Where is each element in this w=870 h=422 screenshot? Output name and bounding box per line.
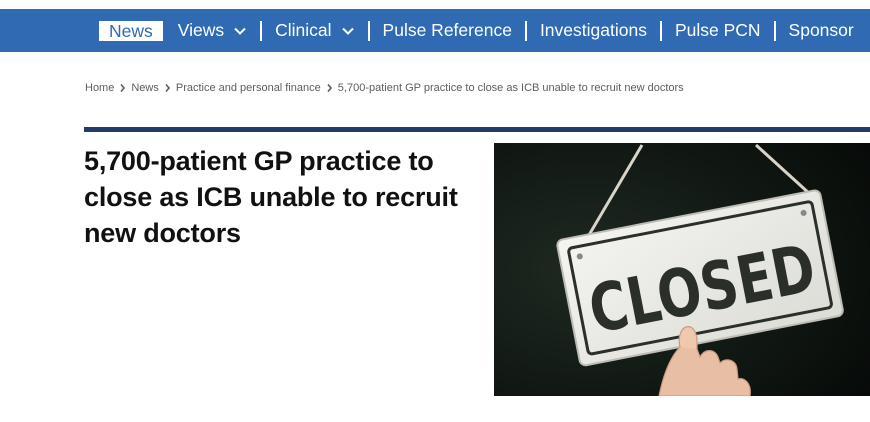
section-divider <box>84 127 870 132</box>
breadcrumb-current: 5,700-patient GP practice to close as IC… <box>337 82 684 94</box>
chevron-right-icon <box>120 84 126 92</box>
nav-item-views[interactable]: Views <box>178 9 247 52</box>
article-headline: 5,700-patient GP practice to close as IC… <box>84 146 458 248</box>
nav-item-label: Sponsor <box>788 20 854 40</box>
nav-item-clinical[interactable]: Clinical <box>275 9 354 52</box>
nav-separator <box>260 20 263 41</box>
nav-separator <box>773 20 776 41</box>
nav-item-label: Clinical <box>275 20 332 40</box>
nav-menu: News Views Clinical Pulse Reference Inve… <box>99 9 854 52</box>
breadcrumb: Home News Practice and personal finance … <box>85 81 684 95</box>
nav-item-label: Pulse PCN <box>674 20 761 40</box>
nav-separator <box>524 20 527 41</box>
nav-item-label: Views <box>177 20 225 40</box>
nav-item-pulse-pcn[interactable]: Pulse PCN <box>675 9 761 52</box>
nav-item-investigations[interactable]: Investigations <box>540 9 647 52</box>
nav-item-label: Pulse Reference <box>382 20 512 40</box>
chevron-down-icon <box>234 27 246 35</box>
nav-separator <box>659 20 662 41</box>
chevron-right-icon <box>327 84 332 92</box>
breadcrumb-category[interactable]: Practice and personal finance <box>176 82 321 94</box>
breadcrumb-news[interactable]: News <box>131 82 159 94</box>
nav-item-news[interactable]: News <box>99 9 163 52</box>
breadcrumb-home[interactable]: Home <box>85 82 114 94</box>
nav-item-label: Investigations <box>539 20 647 40</box>
chevron-right-icon <box>165 84 170 92</box>
nav-item-sponsor[interactable]: Sponsor <box>789 9 854 52</box>
nav-item-pulse-reference[interactable]: Pulse Reference <box>383 9 512 52</box>
article-image: CLOSED <box>494 143 870 396</box>
chevron-down-icon <box>341 27 354 35</box>
nav-separator <box>367 20 370 41</box>
top-navigation: News Views Clinical Pulse Reference Inve… <box>0 9 870 52</box>
nav-item-label: News <box>99 20 163 41</box>
closed-sign-illustration: CLOSED <box>494 143 870 396</box>
